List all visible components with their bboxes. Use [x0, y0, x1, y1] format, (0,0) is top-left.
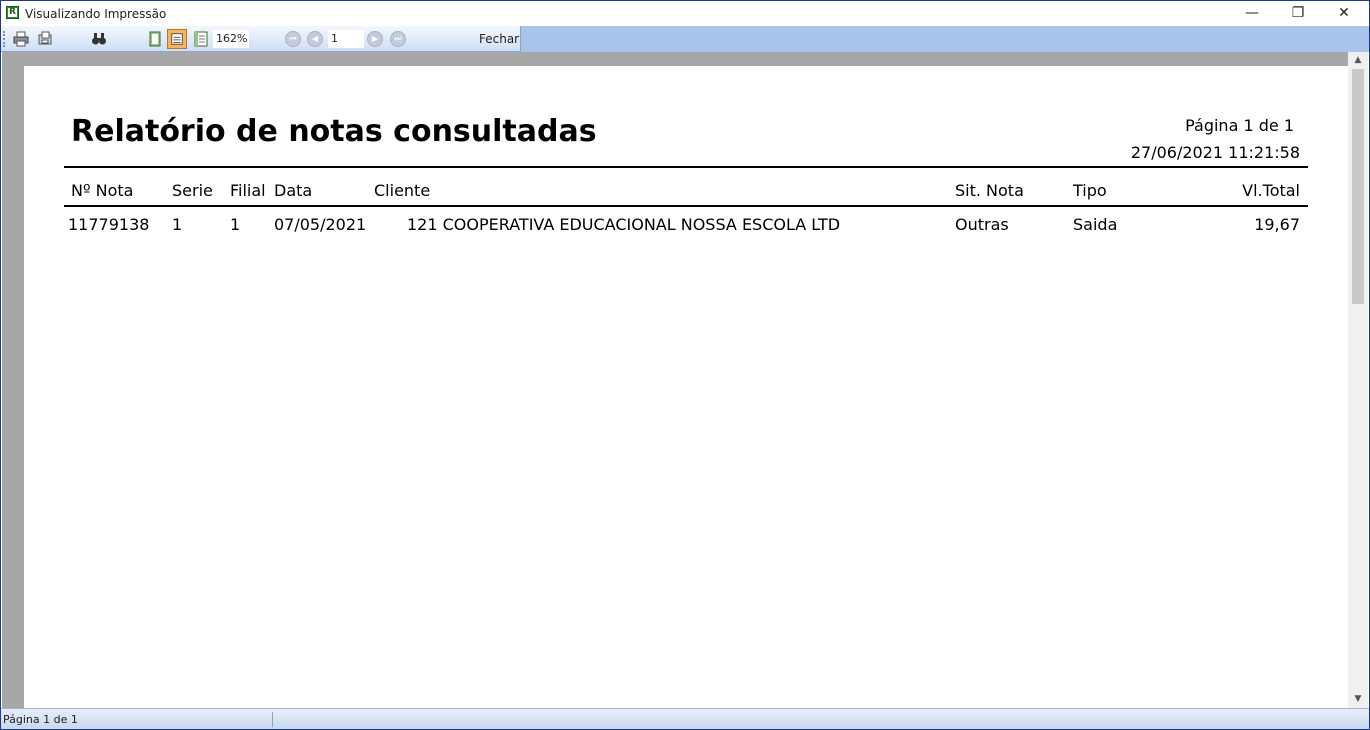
column-header-data: Data [274, 181, 313, 200]
cell-serie: 1 [172, 215, 183, 234]
close-window-button[interactable]: ✕ [1321, 1, 1367, 26]
next-page-icon: ▶ [371, 34, 379, 43]
single-page-icon [149, 31, 161, 47]
header-divider [64, 166, 1308, 168]
scroll-up-button[interactable]: ▲ [1348, 52, 1368, 69]
zoom-field[interactable]: 162% [213, 30, 249, 48]
page-setup-button[interactable] [35, 29, 55, 49]
cell-vl-total: 19,67 [1254, 215, 1300, 234]
toolbar: 162% ⏮ ◀ 1 ▶ ⏭ Fechar [1, 26, 521, 52]
previous-page-button[interactable]: ◀ [307, 31, 323, 47]
status-separator [272, 712, 273, 727]
page-setup-icon [38, 31, 52, 45]
column-header-divider [64, 205, 1308, 207]
multi-page-button[interactable] [191, 29, 211, 49]
column-header-numero: Nº Nota [71, 181, 134, 200]
chevron-down-icon: ▼ [1354, 694, 1362, 704]
cell-tipo: Saida [1073, 215, 1118, 234]
preview-area[interactable]: Relatório de notas consultadas Página 1 … [2, 52, 1348, 708]
cell-sit-nota: Outras [955, 215, 1009, 234]
multi-page-icon [194, 31, 208, 47]
cell-data: 07/05/2021 [274, 215, 367, 234]
report-title: Relatório de notas consultadas [71, 114, 597, 149]
vertical-scrollbar[interactable]: ▲ ▼ [1348, 52, 1368, 708]
page-number-input[interactable]: 1 [328, 30, 364, 48]
scrollbar-thumb[interactable] [1352, 69, 1364, 304]
column-header-filial: Filial [230, 181, 266, 200]
window-title: Visualizando Impressão [25, 7, 167, 21]
chevron-up-icon: ▲ [1354, 55, 1362, 65]
print-button[interactable] [11, 29, 31, 49]
column-header-sit-nota: Sit. Nota [955, 181, 1024, 200]
cell-numero: 11779138 [68, 215, 150, 234]
first-page-icon: ⏮ [289, 34, 297, 43]
last-page-button[interactable]: ⏭ [390, 31, 406, 47]
column-header-vl-total: Vl.Total [1242, 181, 1300, 200]
column-header-serie: Serie [172, 181, 213, 200]
minimize-button[interactable]: — [1229, 1, 1275, 26]
scroll-down-button[interactable]: ▼ [1348, 691, 1368, 708]
column-header-cliente: Cliente [374, 181, 431, 200]
print-preview-window: R Visualizando Impressão — ❐ ✕ 162% ⏮ ◀ … [0, 0, 1370, 730]
page-width-button[interactable] [167, 29, 187, 49]
next-page-button[interactable]: ▶ [367, 31, 383, 47]
page-width-icon [171, 33, 183, 45]
title-bar: R Visualizando Impressão — ❐ ✕ [1, 1, 1369, 26]
report-datetime: 27/06/2021 11:21:58 [1130, 143, 1300, 162]
page-info: Página 1 de 1 [1185, 116, 1294, 135]
report-page: Relatório de notas consultadas Página 1 … [24, 66, 1348, 708]
printer-icon [13, 31, 29, 47]
app-icon: R [6, 6, 19, 19]
status-bar: Página 1 de 1 [1, 708, 1369, 729]
status-page-info: Página 1 de 1 [3, 713, 78, 726]
find-button[interactable] [89, 29, 109, 49]
column-header-tipo: Tipo [1073, 181, 1107, 200]
cell-cliente: 121 COOPERATIVA EDUCACIONAL NOSSA ESCOLA… [407, 215, 841, 234]
find-icon [92, 33, 106, 45]
restore-button[interactable]: ❐ [1275, 1, 1321, 26]
first-page-button[interactable]: ⏮ [285, 31, 301, 47]
cell-filial: 1 [230, 215, 241, 234]
previous-page-icon: ◀ [311, 34, 319, 43]
toolbar-grip[interactable] [3, 31, 7, 47]
single-page-button[interactable] [145, 29, 165, 49]
last-page-icon: ⏭ [394, 34, 402, 43]
close-preview-button[interactable]: Fechar [475, 30, 523, 48]
